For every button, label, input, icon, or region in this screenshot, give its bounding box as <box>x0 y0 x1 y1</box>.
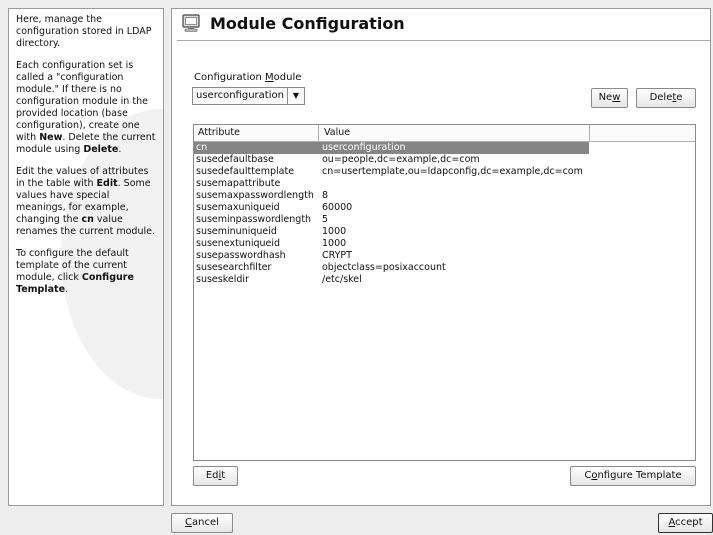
chevron-down-icon[interactable]: ▼ <box>287 88 304 104</box>
help-bold: Edit <box>96 178 118 189</box>
cell-value: 1000 <box>322 226 347 237</box>
table-row[interactable]: susesearchfilter objectclass=posixaccount <box>194 262 695 274</box>
cell-attribute: suseskeldir <box>196 274 249 285</box>
cell-value: 8 <box>322 190 329 201</box>
accept-button[interactable]: Accept <box>658 513 713 533</box>
help-paragraph-2: Each configuration set is called a "conf… <box>16 60 157 156</box>
cell-attribute: susedefaultbase <box>196 154 274 165</box>
help-bold: Delete <box>83 144 119 155</box>
help-bold: New <box>39 132 63 143</box>
title-divider <box>177 40 710 41</box>
cell-attribute: susepasswordhash <box>196 250 286 261</box>
table-body: cn userconfiguration susedefaultbase ou=peo… <box>194 142 695 286</box>
table-row[interactable]: susedefaultbase ou=people,dc=example,dc=c… <box>194 154 695 166</box>
cell-attribute: suseminpasswordlength <box>196 214 312 225</box>
page-title: Module Configuration <box>210 13 405 33</box>
cell-value: 1000 <box>322 238 347 249</box>
cell-value: userconfiguration <box>322 142 406 153</box>
cell-attribute: susedefaulttemplate <box>196 166 295 177</box>
help-text: Each configuration set is called a "conf… <box>16 60 148 143</box>
help-paragraph-4: To configure the default template of the… <box>16 248 157 296</box>
module-select-value: userconfiguration <box>196 90 284 101</box>
attribute-table[interactable]: Attribute Value cn userconfiguration sused… <box>193 124 696 461</box>
table-row[interactable]: susemaxpasswordlength 8 <box>194 190 695 202</box>
help-text: . <box>65 284 69 295</box>
computer-icon <box>182 14 200 32</box>
column-divider <box>589 125 590 141</box>
table-row[interactable]: susedefaulttemplate cn=usertemplate,ou=ld… <box>194 166 695 178</box>
table-header: Attribute Value <box>194 125 695 142</box>
cell-value: 60000 <box>322 202 353 213</box>
table-row[interactable]: susemapattribute <box>194 178 695 190</box>
cell-attribute: susesearchfilter <box>196 262 272 273</box>
module-select[interactable]: userconfiguration ▼ <box>192 87 305 105</box>
cell-value: 5 <box>322 214 329 225</box>
cell-value: CRYPT <box>322 250 352 261</box>
module-label: Configuration Module <box>194 72 302 83</box>
help-paragraph-3: Edit the values of attributes in the tab… <box>16 166 157 238</box>
cancel-button[interactable]: Cancel <box>171 513 233 533</box>
cell-attribute: susenextuniqueid <box>196 238 281 249</box>
cell-value: cn=usertemplate,ou=ldapconfig,dc=example… <box>322 166 583 177</box>
table-row[interactable]: suseskeldir/etc/skel <box>194 274 695 286</box>
main-panel: Module Configuration Configuration Modul… <box>171 8 711 506</box>
table-row[interactable]: susepasswordhash CRYPT <box>194 250 695 262</box>
help-bold: cn <box>81 214 94 225</box>
edit-button[interactable]: Edit <box>193 466 238 486</box>
cell-attribute: cn <box>196 142 208 153</box>
cell-attribute: susemaxuniqueid <box>196 202 280 213</box>
cell-value: /etc/skel <box>322 274 362 285</box>
column-header-attribute[interactable]: Attribute <box>198 127 240 138</box>
new-button[interactable]: New <box>591 88 628 108</box>
cell-attribute: susemaxpasswordlength <box>196 190 314 201</box>
cell-attribute: suseminuniqueid <box>196 226 277 237</box>
help-text: Here, manage the configuration stored in… <box>16 14 152 49</box>
cell-value: objectclass=posixaccount <box>322 262 446 273</box>
delete-button[interactable]: Delete <box>636 88 696 108</box>
cell-value: ou=people,dc=example,dc=com <box>322 154 480 165</box>
table-row[interactable]: suseminuniqueid 1000 <box>194 226 695 238</box>
configure-template-button[interactable]: Configure Template <box>570 466 696 486</box>
column-divider <box>318 125 319 141</box>
table-row[interactable]: susemaxuniqueid 60000 <box>194 202 695 214</box>
table-row[interactable]: susenextuniqueid 1000 <box>194 238 695 250</box>
help-panel: Here, manage the configuration stored in… <box>8 8 164 506</box>
table-row[interactable]: suseminpasswordlength 5 <box>194 214 695 226</box>
help-text: . <box>118 144 122 155</box>
help-paragraph-1: Here, manage the configuration stored in… <box>16 14 157 50</box>
table-row[interactable]: cn userconfiguration <box>194 142 695 154</box>
cell-attribute: susemapattribute <box>196 178 281 189</box>
title-row: Module Configuration <box>182 13 405 33</box>
column-header-value[interactable]: Value <box>324 127 350 138</box>
